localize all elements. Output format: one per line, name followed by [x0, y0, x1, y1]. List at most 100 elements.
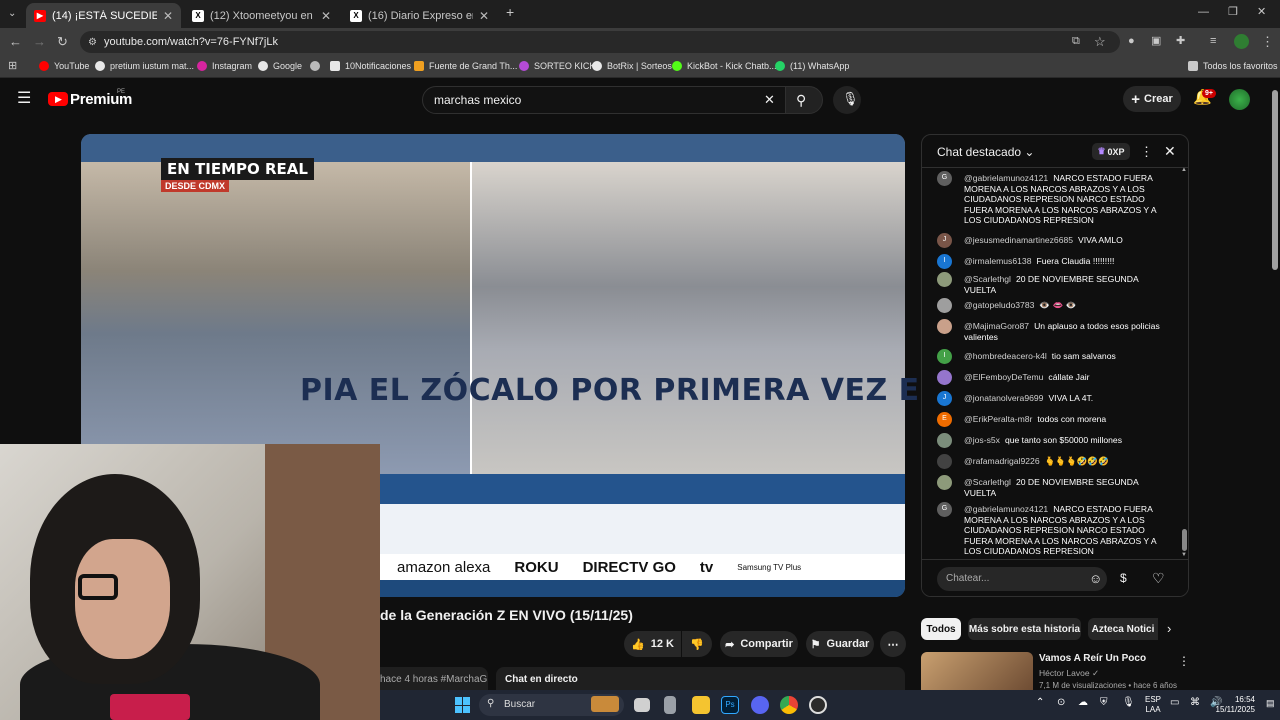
- star-icon[interactable]: ☆: [1094, 35, 1106, 48]
- reload-icon[interactable]: ↻: [57, 35, 68, 48]
- chat-more-icon[interactable]: ⋮: [1140, 144, 1153, 160]
- heart-icon[interactable]: ♡: [1152, 570, 1165, 587]
- file-explorer-icon[interactable]: [692, 696, 710, 714]
- bookmark-instagram[interactable]: Instagram: [197, 61, 252, 71]
- emoji-icon[interactable]: ☺: [1089, 571, 1102, 586]
- bookmark-google[interactable]: Google: [258, 61, 302, 71]
- puzzle-icon[interactable]: ✚: [1176, 35, 1185, 48]
- save-button[interactable]: ⚑ Guardar: [806, 631, 874, 657]
- chat-avatar[interactable]: [937, 319, 952, 334]
- profile-avatar[interactable]: [1234, 34, 1249, 49]
- chat-scrollbar-thumb[interactable]: [1182, 529, 1187, 551]
- chrome-icon[interactable]: [780, 696, 798, 714]
- chip-todos[interactable]: Todos: [921, 618, 961, 640]
- share-button[interactable]: ➦ Compartir: [720, 631, 798, 657]
- chat-author[interactable]: @rafamadrigal9226: [964, 456, 1040, 466]
- voice-search-button[interactable]: 🎙: [833, 86, 861, 114]
- install-icon[interactable]: ⧉: [1072, 35, 1080, 48]
- menu-icon[interactable]: ⋮: [1261, 35, 1274, 48]
- window-close-icon[interactable]: ✕: [1257, 6, 1266, 19]
- bookmark-10notificaciones[interactable]: 10Notificaciones: [330, 61, 411, 71]
- close-icon[interactable]: ✕: [321, 9, 331, 23]
- task-view-icon[interactable]: [634, 698, 650, 712]
- chat-avatar[interactable]: [937, 370, 952, 385]
- bookmark-whatsapp[interactable]: (11) WhatsApp: [775, 61, 849, 71]
- chat-avatar[interactable]: J: [937, 391, 952, 406]
- clock[interactable]: 16:54 15/11/2025: [1205, 695, 1255, 715]
- chat-avatar[interactable]: E: [937, 412, 952, 427]
- chat-author[interactable]: @irmalemus6138: [964, 256, 1031, 266]
- bookmark-pretium[interactable]: pretium iustum mat...: [95, 61, 194, 71]
- bookmark-gta[interactable]: Fuente de Grand Th...: [414, 61, 517, 71]
- bookmark-unnamed[interactable]: [310, 61, 325, 71]
- bookmark-botrix[interactable]: BotRix | Sorteos: [592, 61, 672, 71]
- apps-icon[interactable]: ⊞: [8, 60, 17, 73]
- page-scrollbar-thumb[interactable]: [1272, 90, 1278, 270]
- display-icon[interactable]: ▭: [1170, 698, 1179, 708]
- xp-badge[interactable]: ♛ 0XP: [1092, 143, 1130, 160]
- more-actions-button[interactable]: ⋯: [880, 631, 906, 657]
- close-icon[interactable]: ✕: [163, 9, 173, 23]
- tab-x-2[interactable]: X (16) Diario Expreso en X: "📌 EL ✕: [342, 3, 497, 28]
- youtube-logo-icon[interactable]: ▶: [48, 92, 68, 106]
- chip-mas-historia[interactable]: Más sobre esta historia: [968, 618, 1081, 640]
- chat-author[interactable]: @gabrielamunoz4121: [964, 504, 1048, 514]
- chat-avatar[interactable]: [937, 475, 952, 490]
- network-icon[interactable]: ⌘: [1190, 698, 1200, 708]
- tab-youtube[interactable]: ▶ (14) ¡ESTÁ SUCEDIENDO AHORA ✕: [26, 3, 181, 28]
- maximize-icon[interactable]: ❐: [1228, 6, 1238, 19]
- super-chat-icon[interactable]: $: [1120, 571, 1127, 585]
- security-icon[interactable]: ⛨: [1100, 698, 1108, 708]
- related-video-thumbnail[interactable]: [921, 652, 1033, 690]
- language-indicator[interactable]: ESP LAA: [1142, 695, 1164, 715]
- dislike-button[interactable]: 👎: [682, 631, 712, 657]
- bookmark-sorteo-kick[interactable]: SORTEO KICK: [519, 61, 595, 71]
- chat-author[interactable]: @Scarlethgl: [964, 274, 1011, 284]
- chat-avatar[interactable]: I: [937, 349, 952, 364]
- minimize-icon[interactable]: —: [1198, 6, 1209, 19]
- chat-avatar[interactable]: G: [937, 502, 952, 517]
- related-video-title[interactable]: Vamos A Reír Un Poco: [1039, 653, 1146, 664]
- chat-author[interactable]: @jesusmedinamartinez6685: [964, 235, 1073, 245]
- search-button[interactable]: ⚲: [785, 86, 823, 114]
- reading-list-icon[interactable]: ≡: [1210, 35, 1216, 48]
- tray-app-icon[interactable]: ⊙: [1057, 698, 1065, 708]
- avatar[interactable]: [1229, 89, 1250, 110]
- bookmark-youtube[interactable]: YouTube: [39, 61, 89, 71]
- notification-center-icon[interactable]: ▤: [1266, 698, 1275, 708]
- discord-icon[interactable]: [751, 696, 769, 714]
- forward-icon[interactable]: →: [33, 35, 46, 48]
- chat-author[interactable]: @jos-s5x: [964, 435, 1000, 445]
- live-chat-replay-label[interactable]: Chat en directo: [496, 667, 905, 691]
- tab-x-1[interactable]: X (12) Xtoomeetyou en X: "@lenn ✕: [184, 3, 339, 28]
- chat-scrollbar[interactable]: ▲ ▼: [1181, 167, 1187, 558]
- url-text[interactable]: youtube.com/watch?v=76-FYNf7jLk: [104, 36, 278, 48]
- chevron-right-icon[interactable]: ›: [1167, 621, 1171, 636]
- scroll-up-icon[interactable]: ▲: [1181, 167, 1187, 173]
- chat-input[interactable]: Chatear...: [937, 567, 1107, 591]
- chat-author[interactable]: @hombredeacero-k4l: [964, 351, 1047, 361]
- microphone-tray-icon[interactable]: 🎙: [1122, 698, 1135, 708]
- chat-avatar[interactable]: [937, 454, 952, 469]
- like-button[interactable]: 👍 12 K: [624, 631, 681, 657]
- chip-azteca[interactable]: Azteca Notici: [1088, 618, 1158, 640]
- all-favorites[interactable]: Todos los favoritos: [1188, 61, 1278, 71]
- obs-icon[interactable]: [809, 696, 827, 714]
- chat-author[interactable]: @ElFemboyDeTemu: [964, 372, 1043, 382]
- extension-icon[interactable]: ▣: [1151, 35, 1161, 48]
- chat-avatar[interactable]: J: [937, 233, 952, 248]
- photoshop-icon[interactable]: Ps: [721, 696, 739, 714]
- hamburger-menu-icon[interactable]: ☰: [17, 91, 31, 107]
- scroll-down-icon[interactable]: ▼: [1181, 552, 1187, 558]
- related-video-channel[interactable]: Héctor Lavoe ✓: [1039, 668, 1099, 679]
- clear-search-icon[interactable]: ✕: [764, 93, 775, 106]
- bookmark-kickbot[interactable]: KickBot - Kick Chatb...: [672, 61, 777, 71]
- create-button[interactable]: + Crear: [1123, 86, 1181, 112]
- chat-author[interactable]: @MajimaGoro87: [964, 321, 1029, 331]
- chat-avatar[interactable]: [937, 433, 952, 448]
- tab-search-icon[interactable]: ⌄: [8, 7, 16, 20]
- description-meta[interactable]: hace 4 horas #MarchaG: [380, 667, 488, 691]
- chat-author[interactable]: @gabrielamunoz4121: [964, 173, 1048, 183]
- chat-avatar[interactable]: [937, 272, 952, 287]
- close-icon[interactable]: ✕: [479, 9, 489, 23]
